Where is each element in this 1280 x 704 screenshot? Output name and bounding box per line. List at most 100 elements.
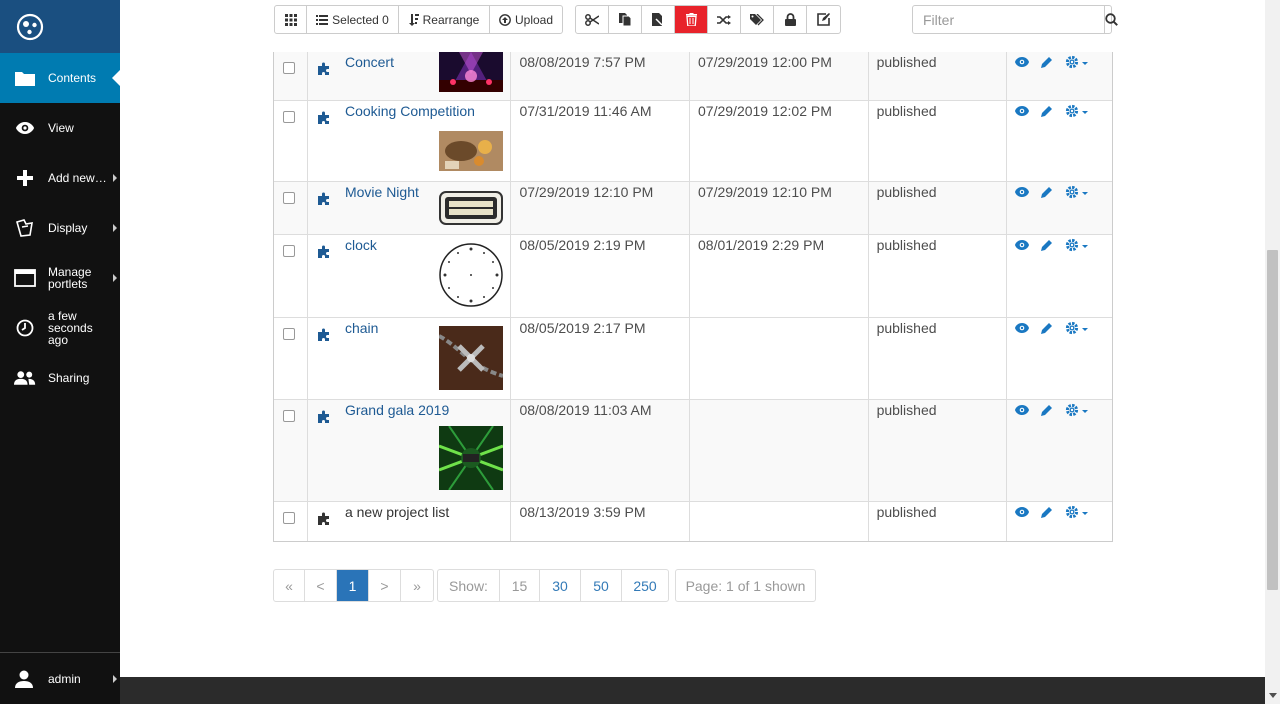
- table-row[interactable]: a new project list 08/13/2019 3:59 PM pu…: [274, 501, 1112, 541]
- row-checkbox[interactable]: [283, 410, 295, 422]
- sidebar-item-label: View: [48, 121, 74, 135]
- edit-icon[interactable]: [1041, 506, 1053, 518]
- settings-menu-icon[interactable]: [1065, 403, 1089, 417]
- cut-button[interactable]: [576, 6, 609, 33]
- table-row[interactable]: chain 08/05/2019 2:17 PM published: [274, 317, 1112, 399]
- item-title-link[interactable]: Cooking Competition: [345, 104, 475, 118]
- current-page-button[interactable]: 1: [337, 570, 369, 601]
- item-title-link[interactable]: chain: [345, 321, 378, 335]
- plone-logo[interactable]: [0, 0, 120, 53]
- edit-icon[interactable]: [1041, 322, 1053, 334]
- workflow-button[interactable]: [774, 6, 807, 33]
- review-state: published: [876, 504, 937, 520]
- sidebar-item-add-new[interactable]: Add new…: [0, 153, 120, 203]
- scrollbar-thumb[interactable]: [1267, 250, 1278, 590]
- item-title-link[interactable]: Movie Night: [345, 185, 419, 199]
- sidebar-item-contents[interactable]: Contents: [0, 53, 120, 103]
- sidebar-item-label: Contents: [48, 71, 97, 85]
- view-icon[interactable]: [1015, 405, 1030, 415]
- view-icon[interactable]: [1015, 323, 1030, 333]
- search-icon: [1105, 13, 1118, 26]
- sidebar-item-manage-portlets[interactable]: Manage portlets: [0, 253, 120, 303]
- copy-button[interactable]: [609, 6, 642, 33]
- sidebar-item-history[interactable]: a few seconds ago: [0, 303, 120, 353]
- edit-icon[interactable]: [1041, 56, 1053, 68]
- settings-menu-icon[interactable]: [1065, 321, 1089, 335]
- filter-search-button[interactable]: [1104, 6, 1118, 33]
- table-row[interactable]: Grand gala 2019 08/08/2019 11:03 AM publ…: [274, 399, 1112, 501]
- page-size-250[interactable]: 250: [622, 570, 668, 601]
- row-checkbox[interactable]: [283, 111, 295, 123]
- plone-logo-icon: [16, 13, 44, 40]
- next-page-button[interactable]: >: [369, 570, 401, 601]
- page-size-selector: Show: 15 30 50 250: [437, 569, 669, 602]
- user-name: admin: [48, 671, 81, 686]
- page-size-50[interactable]: 50: [581, 570, 622, 601]
- sidebar-item-display[interactable]: Display: [0, 203, 120, 253]
- row-checkbox[interactable]: [283, 192, 295, 204]
- rearrange-button[interactable]: Rearrange: [399, 6, 490, 33]
- pagination: « < 1 > »: [273, 569, 434, 602]
- view-icon[interactable]: [1015, 507, 1030, 517]
- trash-icon: [685, 13, 697, 26]
- view-icon[interactable]: [1015, 240, 1030, 250]
- item-thumbnail: [438, 425, 504, 491]
- shuffle-icon: [717, 14, 731, 25]
- table-row[interactable]: Movie Night 07/29/2019 12:10 PM 07/29/20…: [274, 181, 1112, 234]
- prev-page-button[interactable]: <: [305, 570, 337, 601]
- modified-date: 07/31/2019 11:46 AM: [519, 103, 652, 119]
- plus-icon: [14, 167, 36, 189]
- edit-icon[interactable]: [1041, 186, 1053, 198]
- settings-menu-icon[interactable]: [1065, 104, 1089, 118]
- table-row[interactable]: Concert 08/08/2019 7:57 PM 07/29/2019 12…: [274, 52, 1112, 100]
- published-date: 07/29/2019 12:10 PM: [698, 184, 832, 200]
- review-state: published: [876, 54, 937, 70]
- select-all-button[interactable]: [275, 6, 307, 33]
- view-icon[interactable]: [1015, 106, 1030, 116]
- table-row[interactable]: clock 08/05/2019 2:19 PM 08/01/2019 2:29…: [274, 234, 1112, 317]
- view-icon[interactable]: [1015, 187, 1030, 197]
- item-thumbnail: [438, 52, 503, 92]
- item-title-link[interactable]: clock: [345, 238, 377, 252]
- page-size-15[interactable]: 15: [500, 570, 540, 601]
- delete-button[interactable]: [675, 6, 708, 33]
- settings-menu-icon[interactable]: [1065, 55, 1089, 69]
- scrollbar[interactable]: [1265, 0, 1280, 704]
- edit-icon[interactable]: [1041, 105, 1053, 117]
- edit-icon[interactable]: [1041, 404, 1053, 416]
- settings-menu-icon[interactable]: [1065, 238, 1089, 252]
- sort-icon: [408, 13, 419, 26]
- sidebar-item-view[interactable]: View: [0, 103, 120, 153]
- item-title-link[interactable]: Concert: [345, 55, 394, 69]
- sidebar-user-menu[interactable]: admin: [0, 652, 120, 704]
- properties-button[interactable]: [807, 6, 840, 33]
- item-title-link[interactable]: Grand gala 2019: [345, 403, 449, 417]
- paste-button[interactable]: [642, 6, 675, 33]
- table-row[interactable]: Cooking Competition 07/31/2019 11:46 AM …: [274, 100, 1112, 181]
- folder-icon: [14, 67, 36, 89]
- page-size-30[interactable]: 30: [540, 570, 581, 601]
- settings-menu-icon[interactable]: [1065, 505, 1089, 519]
- modified-date: 08/08/2019 11:03 AM: [519, 402, 652, 418]
- settings-menu-icon[interactable]: [1065, 185, 1089, 199]
- row-checkbox[interactable]: [283, 245, 295, 257]
- filter-input[interactable]: [913, 6, 1104, 33]
- upload-button[interactable]: Upload: [490, 6, 562, 33]
- row-checkbox[interactable]: [283, 328, 295, 340]
- sidebar-item-sharing[interactable]: Sharing: [0, 353, 120, 403]
- first-page-button[interactable]: «: [274, 570, 305, 601]
- selected-button[interactable]: Selected 0: [307, 6, 399, 33]
- published-date: 07/29/2019 12:02 PM: [698, 103, 832, 119]
- item-thumbnail: [439, 243, 503, 307]
- view-icon[interactable]: [1015, 57, 1030, 67]
- item-title-link[interactable]: a new project list: [345, 505, 449, 519]
- item-thumbnail: [438, 191, 503, 225]
- scroll-down-arrow-icon[interactable]: [1269, 693, 1277, 698]
- edit-icon[interactable]: [1041, 239, 1053, 251]
- puzzle-icon: [317, 328, 331, 344]
- row-checkbox[interactable]: [283, 62, 295, 74]
- tags-button[interactable]: [741, 6, 774, 33]
- row-checkbox[interactable]: [283, 512, 295, 524]
- last-page-button[interactable]: »: [401, 570, 433, 601]
- rename-button[interactable]: [708, 6, 741, 33]
